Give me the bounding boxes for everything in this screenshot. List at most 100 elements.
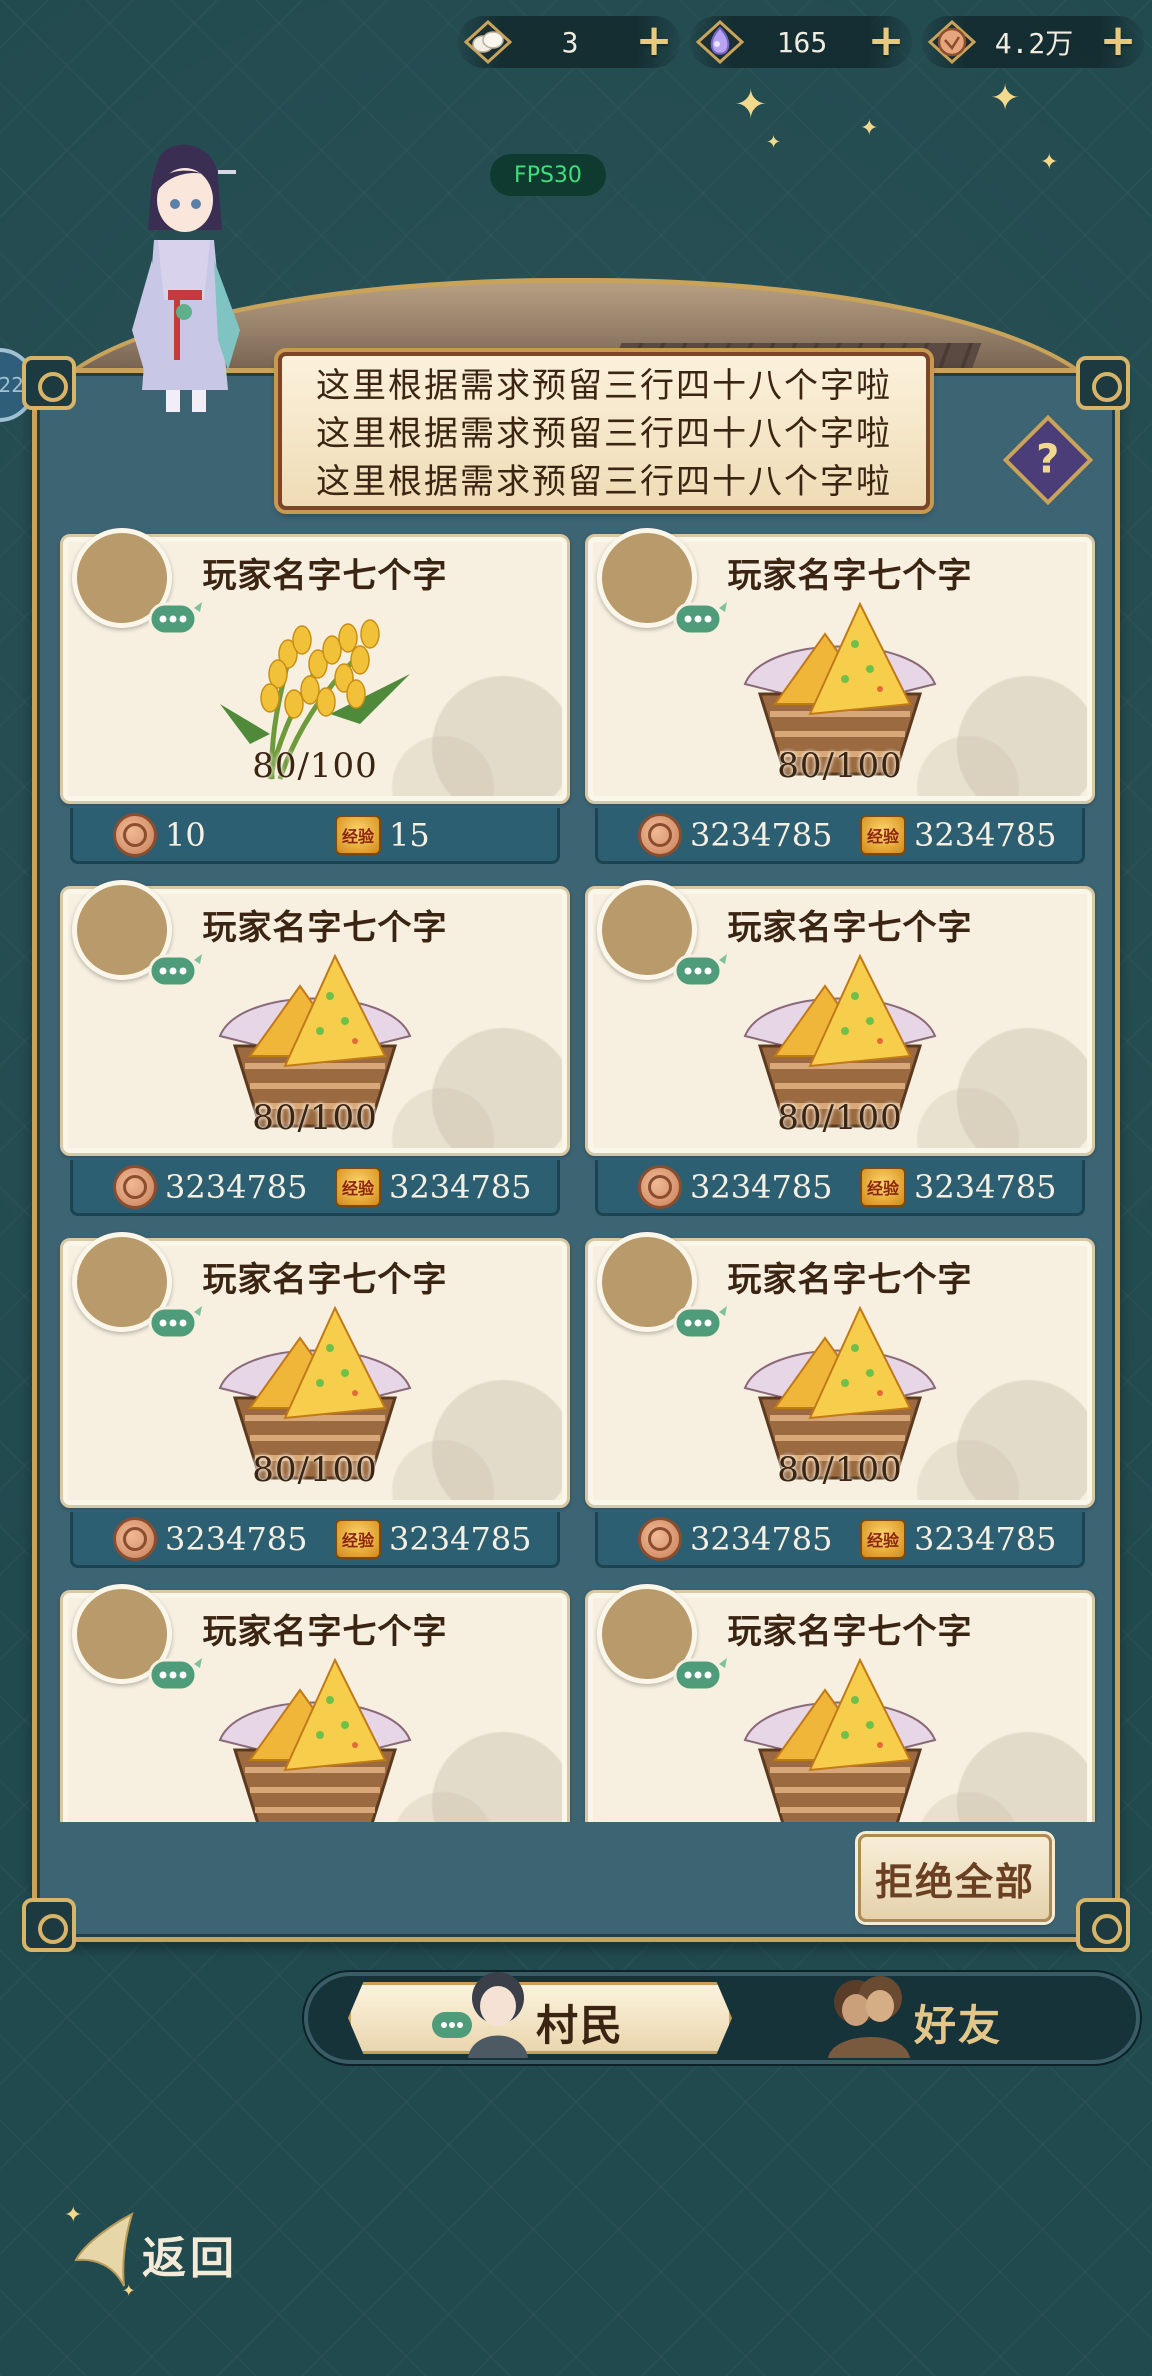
currency-crystal: 165 + bbox=[690, 16, 912, 68]
player-name: 玩家名字七个字 bbox=[727, 1612, 973, 1652]
request-card[interactable]: 玩家名字七个字 80/100 3234785 经验 3234785 bbox=[585, 880, 1095, 1220]
coin-icon bbox=[638, 812, 682, 857]
request-card[interactable]: 玩家名字七个字 80/100 3234785 经验 3234785 bbox=[585, 528, 1095, 868]
reward-bar: 3234785 经验 3234785 bbox=[70, 1160, 560, 1216]
tab-bar: 村民 好友 bbox=[304, 1972, 1140, 2064]
reward-bar: 3234785 经验 3234785 bbox=[595, 1160, 1085, 1216]
exp-icon: 经验 bbox=[860, 814, 906, 855]
back-button[interactable]: ✦ ✦ 返回 bbox=[62, 2200, 282, 2300]
exp-reward-value: 3234785 bbox=[914, 1519, 1057, 1558]
corner-ornament bbox=[1076, 1898, 1130, 1952]
request-card[interactable]: 玩家名字七个字 80/100 3234785 经验 3234785 bbox=[60, 1232, 570, 1572]
currency-coin: 4.2万 + bbox=[922, 16, 1144, 68]
chat-icon[interactable] bbox=[673, 1304, 729, 1342]
dumpling-icon bbox=[462, 18, 514, 66]
chat-icon[interactable] bbox=[673, 1656, 729, 1694]
add-crystal-button[interactable]: + bbox=[866, 19, 906, 63]
crystal-icon bbox=[694, 18, 746, 66]
exp-icon: 经验 bbox=[335, 814, 381, 855]
copper-coin-icon bbox=[926, 18, 978, 66]
add-dumpling-button[interactable]: + bbox=[634, 19, 674, 63]
chat-icon[interactable] bbox=[673, 600, 729, 638]
request-card[interactable]: 玩家名字七个字 bbox=[585, 1584, 1095, 1822]
request-card[interactable]: 玩家名字七个字 80/100 3234785 经验 3234785 bbox=[585, 1232, 1095, 1572]
coin-reward-value: 3234785 bbox=[690, 1167, 833, 1206]
character-portrait bbox=[132, 144, 240, 412]
exp-reward: 经验 3234785 bbox=[335, 1166, 532, 1207]
coin-icon bbox=[113, 1516, 157, 1561]
coin-count: 4.2万 bbox=[994, 27, 1074, 60]
chat-icon[interactable] bbox=[148, 1304, 204, 1342]
chat-icon[interactable] bbox=[148, 1656, 204, 1694]
progress-text: 80/100 bbox=[252, 1098, 378, 1138]
banner-line: 这里根据需求预留三行四十八个字啦 bbox=[316, 462, 892, 502]
tab-friends[interactable]: 好友 bbox=[914, 1992, 1002, 2053]
exp-reward: 经验 3234785 bbox=[860, 814, 1057, 855]
crystal-count: 165 bbox=[776, 25, 828, 59]
villager-icon bbox=[432, 1972, 528, 2058]
question-icon: ? bbox=[1036, 436, 1060, 483]
exp-icon: 经验 bbox=[860, 1166, 906, 1207]
corner-ornament bbox=[22, 1898, 76, 1952]
coin-icon bbox=[113, 812, 157, 857]
coin-icon bbox=[638, 1516, 682, 1561]
corner-ornament bbox=[22, 356, 76, 410]
exp-icon: 经验 bbox=[860, 1518, 906, 1559]
coin-reward: 3234785 bbox=[113, 1164, 308, 1209]
exp-reward: 经验 15 bbox=[335, 814, 430, 855]
exp-icon: 经验 bbox=[335, 1166, 381, 1207]
sparkle-decoration: ✦ bbox=[766, 132, 782, 153]
add-coin-button[interactable]: + bbox=[1098, 19, 1138, 63]
exp-reward: 经验 3234785 bbox=[335, 1518, 532, 1559]
progress-text: 80/100 bbox=[777, 1098, 903, 1138]
chat-icon[interactable] bbox=[148, 600, 204, 638]
friends-icon bbox=[828, 1976, 910, 2058]
reward-bar: 3234785 经验 3234785 bbox=[595, 1512, 1085, 1568]
back-arrow-icon: ✦ ✦ bbox=[64, 2203, 135, 2300]
coin-icon bbox=[113, 1164, 157, 1209]
currency-dumpling: 3 + bbox=[458, 16, 680, 68]
exp-reward: 经验 3234785 bbox=[860, 1166, 1057, 1207]
coin-reward: 3234785 bbox=[113, 1516, 308, 1561]
request-list[interactable]: 玩家名字七个字 80/100 10 经验 15 玩家名字七个字 80/100 3… bbox=[54, 528, 1098, 1822]
exp-reward-value: 15 bbox=[389, 815, 430, 854]
coin-reward-value: 3234785 bbox=[690, 1519, 833, 1558]
reward-bar: 3234785 经验 3234785 bbox=[595, 808, 1085, 864]
coin-reward-value: 3234785 bbox=[690, 815, 833, 854]
reject-all-button[interactable]: 拒绝全部 bbox=[858, 1834, 1052, 1922]
svg-text:✦: ✦ bbox=[64, 2203, 82, 2228]
player-name: 玩家名字七个字 bbox=[202, 556, 448, 596]
reward-bar: 10 经验 15 bbox=[70, 808, 560, 864]
player-name: 玩家名字七个字 bbox=[727, 1260, 973, 1300]
coin-icon bbox=[638, 1164, 682, 1209]
reward-bar: 3234785 经验 3234785 bbox=[70, 1512, 560, 1568]
player-name: 玩家名字七个字 bbox=[202, 1612, 448, 1652]
progress-text: 80/100 bbox=[777, 1450, 903, 1490]
sparkle-decoration: ✦ bbox=[1040, 150, 1059, 175]
pancake-basket-icon bbox=[743, 1657, 937, 1822]
progress-text: 80/100 bbox=[252, 1450, 378, 1490]
coin-reward-value: 10 bbox=[165, 815, 206, 854]
chat-icon[interactable] bbox=[673, 952, 729, 990]
banner-line: 这里根据需求预留三行四十八个字啦 bbox=[316, 366, 892, 406]
player-name: 玩家名字七个字 bbox=[727, 908, 973, 948]
exp-reward-value: 3234785 bbox=[914, 815, 1057, 854]
sparkle-decoration: ✦ bbox=[990, 78, 1021, 119]
exp-reward: 经验 3234785 bbox=[860, 1518, 1057, 1559]
exp-reward-value: 3234785 bbox=[914, 1167, 1057, 1206]
request-card[interactable]: 玩家名字七个字 80/100 3234785 经验 3234785 bbox=[60, 880, 570, 1220]
chat-icon[interactable] bbox=[148, 952, 204, 990]
player-name: 玩家名字七个字 bbox=[202, 908, 448, 948]
coin-reward-value: 3234785 bbox=[165, 1519, 308, 1558]
sparkle-decoration: ✦ bbox=[734, 82, 768, 128]
exp-icon: 经验 bbox=[335, 1518, 381, 1559]
player-name: 玩家名字七个字 bbox=[202, 1260, 448, 1300]
exp-reward-value: 3234785 bbox=[389, 1167, 532, 1206]
progress-text: 80/100 bbox=[252, 746, 378, 786]
pancake-basket-icon bbox=[218, 1657, 412, 1822]
coin-reward: 3234785 bbox=[638, 1164, 833, 1209]
request-card[interactable]: 玩家名字七个字 80/100 10 经验 15 bbox=[60, 528, 570, 868]
request-card[interactable]: 玩家名字七个字 bbox=[60, 1584, 570, 1822]
player-name: 玩家名字七个字 bbox=[727, 556, 973, 596]
sparkle-decoration: ✦ bbox=[860, 116, 879, 141]
